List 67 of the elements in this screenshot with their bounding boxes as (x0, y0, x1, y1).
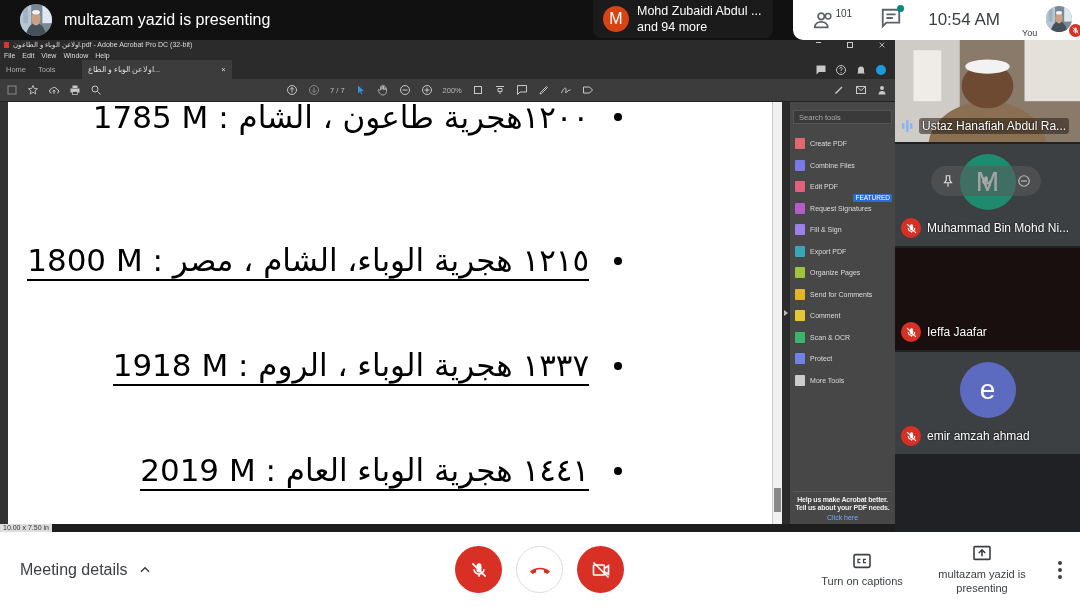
minimize-icon[interactable] (816, 41, 821, 43)
avatar-initial: M (959, 154, 1016, 210)
arrow-down-circle-icon[interactable] (308, 84, 320, 96)
more-options-icon[interactable] (1057, 559, 1063, 580)
pen-icon[interactable] (537, 84, 550, 96)
participant-tile[interactable]: M Muhammad Bin Mohd Ni... (895, 144, 1080, 246)
scrollbar-thumb[interactable] (774, 488, 782, 512)
bullet-icon (614, 362, 623, 370)
zoom-in-icon[interactable] (420, 84, 433, 96)
sign-icon[interactable] (559, 84, 572, 96)
bullet-icon (614, 467, 623, 476)
profile-icon[interactable] (875, 63, 887, 76)
microphone-button[interactable] (455, 546, 502, 593)
star-icon[interactable] (27, 84, 39, 96)
clock-time: 10:54 AM (928, 10, 1000, 30)
camera-off-icon (590, 559, 611, 580)
collapse-arrow-icon[interactable] (784, 310, 789, 316)
avatar-initial: M (603, 6, 629, 32)
participant-name: Mohd Zubaidi Abdul ... (637, 3, 762, 19)
save-icon[interactable] (6, 84, 18, 96)
hang-up-icon (529, 565, 550, 574)
cloud-upload-icon[interactable] (48, 84, 60, 96)
captions-button[interactable]: Turn on captions (802, 552, 922, 587)
close-icon[interactable] (879, 41, 885, 49)
help-icon[interactable] (835, 63, 847, 76)
tag-icon[interactable] (581, 84, 594, 96)
zoom-out-icon[interactable] (398, 84, 411, 96)
print-icon[interactable] (69, 84, 81, 96)
remove-icon[interactable] (1017, 174, 1031, 188)
camera-button[interactable] (577, 546, 624, 593)
avatar-initial: e (959, 362, 1016, 418)
slide-text: 1800 M : ١٢١٥ هجرية الوباء، الشام ، مصر (27, 240, 590, 281)
participant-name: Ieffa Jaafar (927, 325, 987, 339)
mail-icon[interactable] (855, 84, 867, 96)
slide-text: 2019 M : ١٤٤١ هجرية الوباء العام (140, 451, 590, 492)
bullet-icon (614, 256, 623, 265)
participant-name: Ustaz Hanafiah Abdul Ra... (919, 118, 1070, 134)
participant-name: emir amzah ahmad (927, 429, 1030, 443)
present-button[interactable]: multazam yazid is presenting (932, 544, 1032, 595)
self-label: You (1022, 28, 1038, 38)
bullet-icon (614, 113, 623, 121)
participant-name: Muhammad Bin Mohd Ni... (927, 221, 1070, 235)
arrow-up-circle-icon[interactable] (286, 84, 298, 96)
mic-off-icon[interactable] (979, 174, 993, 188)
pdf-file-icon (4, 42, 9, 48)
captions-icon (852, 552, 872, 569)
slide-text: 1785 M : ١٢٠٠هجرية طاعون ، الشام (92, 102, 590, 136)
search-icon[interactable] (90, 84, 102, 96)
pin-icon[interactable] (941, 174, 955, 188)
comment-icon[interactable] (815, 63, 827, 76)
participant-tile[interactable]: e emir amzah ahmad (895, 352, 1080, 454)
participant-tile[interactable]: Ustaz Hanafiah Abdul Ra... (895, 40, 1080, 142)
chat-icon (880, 7, 903, 29)
hand-icon[interactable] (376, 84, 389, 96)
maximize-icon[interactable] (847, 41, 853, 48)
slide-text: 1918 M : ١٣٣٧ هجرية الوباء ، الروم (112, 346, 590, 386)
scroll-mode-icon[interactable] (493, 84, 506, 96)
present-icon (972, 544, 992, 561)
comment-icon[interactable] (515, 84, 528, 96)
presenter-status: multazam yazid is presenting (64, 11, 271, 29)
people-button[interactable]: 101 (813, 9, 853, 31)
leave-call-button[interactable] (516, 546, 563, 593)
sign-tool-icon[interactable] (833, 84, 845, 96)
fit-page-icon[interactable] (471, 84, 484, 96)
participant-tile[interactable]: Ieffa Jaafar (895, 248, 1080, 350)
more-count: and 94 more (637, 19, 709, 35)
meeting-details-button[interactable]: Meeting details (0, 560, 455, 579)
